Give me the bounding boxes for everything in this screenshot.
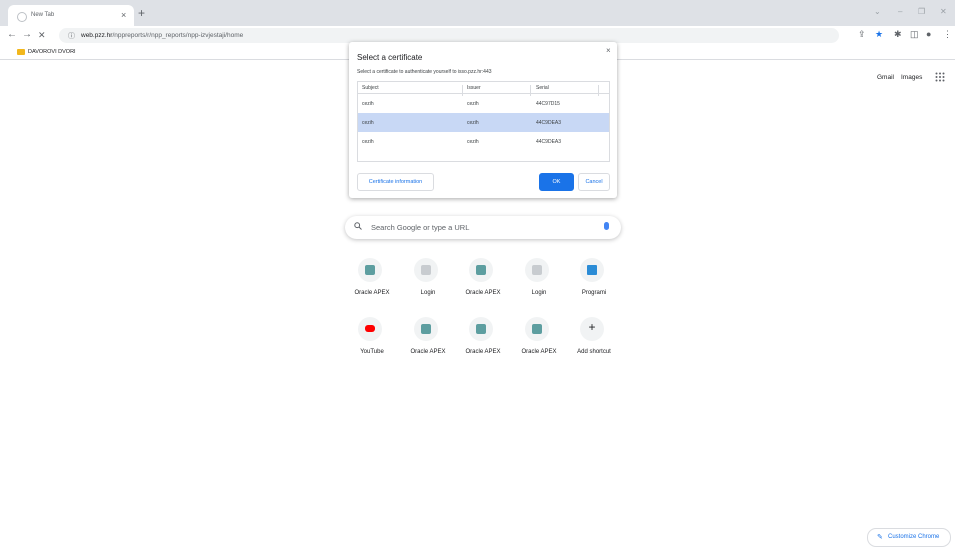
- microphone-icon[interactable]: [604, 222, 609, 230]
- tab-new-tab[interactable]: New Tab ×: [8, 5, 134, 26]
- certificate-table: Subject Issuer Serial cezih cezih 44C97D…: [357, 81, 610, 162]
- shortcut-oracle-apex[interactable]: Oracle APEX: [511, 317, 567, 377]
- cell-subject: cezih: [362, 101, 374, 107]
- url-host: web.pzz.hr: [81, 32, 113, 39]
- shortcut-icon-bg: [580, 258, 604, 282]
- shortcut-oracle-apex[interactable]: Oracle APEX: [455, 317, 511, 377]
- restore-button[interactable]: ❐: [918, 7, 925, 16]
- programi-icon: [587, 265, 597, 275]
- shortcut-label: Add shortcut: [577, 349, 611, 355]
- site-info-icon[interactable]: ⓘ: [68, 31, 75, 41]
- bookmark-davorovi-dvori[interactable]: DAVOROVI DVORI: [28, 49, 76, 55]
- column-serial[interactable]: Serial: [536, 85, 549, 91]
- apex-icon: [476, 324, 486, 334]
- search-box[interactable]: Search Google or type a URL: [345, 216, 621, 239]
- cell-serial: 44C97D15: [536, 101, 560, 107]
- tab-close-icon[interactable]: ×: [121, 10, 126, 20]
- shortcut-youtube[interactable]: YouTube: [344, 317, 400, 377]
- column-issuer[interactable]: Issuer: [467, 85, 481, 91]
- table-row[interactable]: cezih cezih 44C97D15: [358, 94, 609, 113]
- address-bar[interactable]: ⓘ web.pzz.hr/nppreports/r/npp_reports/np…: [59, 28, 839, 43]
- forward-button[interactable]: →: [22, 29, 32, 40]
- menu-icon[interactable]: ⋮: [943, 29, 952, 40]
- dialog-close-icon[interactable]: ×: [606, 46, 611, 55]
- stop-button[interactable]: ✕: [38, 30, 46, 41]
- apex-icon: [476, 265, 486, 275]
- cell-issuer: cezih: [467, 139, 479, 145]
- shortcut-icon-bg: [469, 258, 493, 282]
- customize-chrome-label: Customize Chrome: [888, 534, 940, 540]
- shortcut-icon-bg: [358, 258, 382, 282]
- gmail-link[interactable]: Gmail: [877, 74, 894, 81]
- cell-serial: 44C9DEA3: [536, 139, 562, 145]
- images-link[interactable]: Images: [901, 74, 922, 81]
- add-shortcut-button[interactable]: + Add shortcut: [566, 317, 622, 377]
- youtube-icon: [365, 325, 375, 332]
- new-tab-button[interactable]: +: [138, 6, 145, 20]
- cancel-button[interactable]: Cancel: [578, 173, 610, 191]
- minimize-button[interactable]: –: [898, 7, 902, 16]
- bookmark-star-icon[interactable]: ★: [875, 29, 883, 40]
- shortcut-icon-bg: [525, 317, 549, 341]
- url-text[interactable]: web.pzz.hr/nppreports/r/npp_reports/npp-…: [81, 32, 243, 39]
- shortcut-icon-bg: [414, 317, 438, 341]
- customize-chrome-button[interactable]: ✎ Customize Chrome: [867, 528, 951, 547]
- cell-issuer: cezih: [467, 120, 479, 126]
- dialog-subtitle: Select a certificate to authenticate you…: [357, 69, 492, 75]
- share-icon[interactable]: ⇪: [858, 29, 866, 40]
- shortcut-icon-bg: [525, 258, 549, 282]
- shortcut-oracle-apex[interactable]: Oracle APEX: [400, 317, 456, 377]
- ok-button[interactable]: OK: [539, 173, 574, 191]
- shortcut-icon-bg: +: [580, 317, 604, 341]
- side-panel-icon[interactable]: ◫: [910, 29, 919, 40]
- shortcut-oracle-apex[interactable]: Oracle APEX: [344, 258, 400, 318]
- window-close-button[interactable]: ✕: [940, 7, 947, 16]
- table-row[interactable]: cezih cezih 44C9DEA3: [358, 132, 609, 151]
- certificate-information-button[interactable]: Certificate information: [357, 173, 434, 191]
- shortcut-icon-bg: [358, 317, 382, 341]
- loading-icon: [17, 12, 27, 22]
- add-icon: +: [588, 320, 596, 334]
- login-icon: [421, 265, 431, 275]
- login-icon: [532, 265, 542, 275]
- cell-issuer: cezih: [467, 101, 479, 107]
- dialog-title: Select a certificate: [357, 53, 423, 62]
- apex-icon: [532, 324, 542, 334]
- search-icon: [354, 222, 362, 232]
- tab-title: New Tab: [31, 12, 55, 18]
- tab-strip: New Tab × + ⌄ – ❐ ✕: [0, 0, 955, 26]
- column-subject[interactable]: Subject: [362, 85, 379, 91]
- shortcut-login[interactable]: Login: [511, 258, 567, 318]
- shortcut-programi[interactable]: Programi: [566, 258, 622, 318]
- certificate-dialog: Select a certificate Select a certificat…: [349, 42, 617, 198]
- extensions-icon[interactable]: ✱: [894, 29, 902, 40]
- cell-subject: cezih: [362, 120, 374, 126]
- tab-search-icon[interactable]: ⌄: [874, 7, 881, 16]
- cell-serial: 44C9DEA3: [536, 120, 562, 126]
- back-button[interactable]: ←: [7, 29, 17, 40]
- table-row-selected[interactable]: cezih cezih 44C9DEA3: [358, 113, 609, 132]
- folder-icon: [17, 49, 25, 55]
- cell-subject: cezih: [362, 139, 374, 145]
- apps-grid-icon: [935, 72, 945, 82]
- search-input[interactable]: Search Google or type a URL: [371, 223, 469, 232]
- shortcut-label: Programi: [581, 290, 607, 296]
- apex-icon: [421, 324, 431, 334]
- google-apps-icon[interactable]: [935, 72, 945, 82]
- apex-icon: [365, 265, 375, 275]
- search-glyph: [354, 222, 362, 230]
- profile-icon[interactable]: ●: [926, 29, 931, 39]
- shortcut-icon-bg: [414, 258, 438, 282]
- shortcut-oracle-apex[interactable]: Oracle APEX: [455, 258, 511, 318]
- shortcut-login[interactable]: Login: [400, 258, 456, 318]
- url-path: /nppreports/r/npp_reports/npp-izvjestaji…: [112, 32, 244, 39]
- table-header: Subject Issuer Serial: [358, 82, 609, 96]
- shortcut-icon-bg: [469, 317, 493, 341]
- pencil-icon: ✎: [877, 534, 883, 541]
